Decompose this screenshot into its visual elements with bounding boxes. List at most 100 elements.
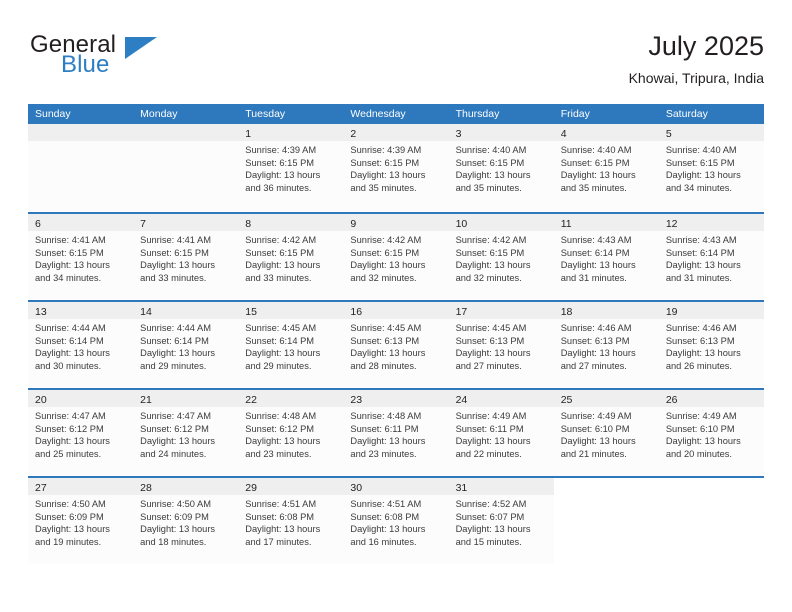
- weekday-header-saturday: Saturday: [665, 108, 708, 120]
- day-number-band: 25: [553, 390, 659, 407]
- daylight-text-line1: Daylight: 13 hours: [560, 436, 636, 447]
- sunset-text: Sunset: 6:10 PM: [560, 423, 630, 434]
- day-cell[interactable]: 11 Sunrise: 4:43 AM Sunset: 6:14 PM Dayligh…: [553, 214, 659, 300]
- brand-name-blue: Blue: [61, 51, 110, 78]
- sunset-text: Sunset: 6:15 PM: [560, 157, 630, 168]
- day-cell[interactable]: 21 Sunrise: 4:47 AM Sunset: 6:12 PM Dayligh…: [133, 390, 239, 476]
- day-cell-empty: [133, 124, 239, 212]
- day-number: 5: [665, 128, 672, 140]
- daylight-text-line2: and 33 minutes.: [140, 272, 207, 283]
- day-cell[interactable]: 29 Sunrise: 4:51 AM Sunset: 6:08 PM Dayligh…: [238, 478, 344, 564]
- day-cell[interactable]: 9 Sunrise: 4:42 AM Sunset: 6:15 PM Daylight…: [343, 214, 449, 300]
- day-number-band: 18: [553, 302, 659, 319]
- day-cell[interactable]: 8 Sunrise: 4:42 AM Sunset: 6:15 PM Daylight…: [238, 214, 344, 300]
- day-number-band: 30: [343, 478, 449, 495]
- sunset-text: Sunset: 6:11 PM: [455, 423, 524, 434]
- sunset-text: Sunset: 6:09 PM: [35, 511, 104, 522]
- day-cell-empty: [553, 478, 659, 564]
- sunrise-text: Sunrise: 4:42 AM: [245, 235, 317, 245]
- day-number-band: 19: [658, 302, 764, 319]
- day-cell[interactable]: 12 Sunrise: 4:43 AM Sunset: 6:14 PM Dayligh…: [658, 214, 764, 300]
- daylight-text-line2: and 24 minutes.: [140, 448, 207, 459]
- day-number-band: 21: [133, 390, 239, 407]
- day-cell[interactable]: 16 Sunrise: 4:45 AM Sunset: 6:13 PM Dayligh…: [343, 302, 449, 388]
- day-cell[interactable]: 10 Sunrise: 4:42 AM Sunset: 6:15 PM Dayligh…: [448, 214, 554, 300]
- sunrise-text: Sunrise: 4:50 AM: [35, 499, 106, 509]
- daylight-text-line1: Daylight: 13 hours: [245, 436, 321, 447]
- daylight-text-line1: Daylight: 13 hours: [350, 436, 426, 447]
- day-details: Sunrise: 4:44 AM Sunset: 6:14 PM Daylight:…: [133, 319, 238, 372]
- daylight-text-line2: and 34 minutes.: [35, 272, 102, 283]
- day-cell[interactable]: 22 Sunrise: 4:48 AM Sunset: 6:12 PM Dayligh…: [238, 390, 344, 476]
- day-cell[interactable]: 20 Sunrise: 4:47 AM Sunset: 6:12 PM Dayligh…: [28, 390, 134, 476]
- sunrise-text: Sunrise: 4:41 AM: [35, 235, 106, 245]
- day-number-band: 29: [238, 478, 344, 495]
- daylight-text-line1: Daylight: 13 hours: [455, 260, 531, 271]
- day-cell[interactable]: 6 Sunrise: 4:41 AM Sunset: 6:15 PM Daylight…: [28, 214, 134, 300]
- day-cell[interactable]: 27 Sunrise: 4:50 AM Sunset: 6:09 PM Dayligh…: [28, 478, 134, 564]
- day-cell[interactable]: 17 Sunrise: 4:45 AM Sunset: 6:13 PM Dayligh…: [448, 302, 554, 388]
- day-details: Sunrise: 4:42 AM Sunset: 6:15 PM Daylight:…: [343, 231, 448, 284]
- sunset-text: Sunset: 6:15 PM: [455, 157, 525, 168]
- day-number-band: 13: [28, 302, 134, 319]
- weekday-header-friday: Friday: [560, 108, 590, 120]
- day-number: 29: [245, 482, 257, 494]
- day-cell[interactable]: 3 Sunrise: 4:40 AM Sunset: 6:15 PM Daylight…: [448, 124, 554, 212]
- day-cell[interactable]: 26 Sunrise: 4:49 AM Sunset: 6:10 PM Dayligh…: [658, 390, 764, 476]
- day-number: 25: [560, 394, 573, 406]
- day-cell[interactable]: 19 Sunrise: 4:46 AM Sunset: 6:13 PM Dayligh…: [658, 302, 764, 388]
- day-details: Sunrise: 4:50 AM Sunset: 6:09 PM Daylight:…: [133, 495, 238, 548]
- sunrise-text: Sunrise: 4:44 AM: [140, 323, 211, 333]
- day-cell[interactable]: 31 Sunrise: 4:52 AM Sunset: 6:07 PM Dayligh…: [448, 478, 554, 564]
- daylight-text-line1: Daylight: 13 hours: [245, 260, 321, 271]
- day-cell[interactable]: 2 Sunrise: 4:39 AM Sunset: 6:15 PM Daylight…: [343, 124, 449, 212]
- daylight-text-line1: Daylight: 13 hours: [35, 524, 110, 535]
- day-cell[interactable]: 1 Sunrise: 4:39 AM Sunset: 6:15 PM Daylight…: [238, 124, 344, 212]
- day-cell[interactable]: 7 Sunrise: 4:41 AM Sunset: 6:15 PM Daylight…: [133, 214, 239, 300]
- day-details: Sunrise: 4:40 AM Sunset: 6:15 PM Daylight:…: [449, 141, 554, 194]
- day-cell[interactable]: 15 Sunrise: 4:45 AM Sunset: 6:14 PM Dayligh…: [238, 302, 344, 388]
- weekday-header-monday: Monday: [140, 108, 178, 120]
- day-number-band: 28: [133, 478, 239, 495]
- day-cell[interactable]: 23 Sunrise: 4:48 AM Sunset: 6:11 PM Dayligh…: [343, 390, 449, 476]
- day-cell[interactable]: 18 Sunrise: 4:46 AM Sunset: 6:13 PM Dayligh…: [553, 302, 659, 388]
- sunset-text: Sunset: 6:14 PM: [560, 247, 630, 258]
- day-details: Sunrise: 4:46 AM Sunset: 6:13 PM Daylight:…: [659, 319, 764, 372]
- daylight-text-line1: Daylight: 13 hours: [560, 348, 636, 359]
- daylight-text-line1: Daylight: 13 hours: [35, 348, 110, 359]
- day-details: Sunrise: 4:48 AM Sunset: 6:11 PM Daylight:…: [343, 407, 448, 460]
- day-details: Sunrise: 4:50 AM Sunset: 6:09 PM Daylight:…: [28, 495, 133, 548]
- day-number: 2: [350, 128, 357, 140]
- day-number-band: 31: [448, 478, 554, 495]
- day-cell[interactable]: 14 Sunrise: 4:44 AM Sunset: 6:14 PM Dayligh…: [133, 302, 239, 388]
- daylight-text-line2: and 31 minutes.: [560, 272, 627, 283]
- daylight-text-line1: Daylight: 13 hours: [560, 260, 636, 271]
- day-cell[interactable]: 24 Sunrise: 4:49 AM Sunset: 6:11 PM Dayligh…: [448, 390, 554, 476]
- daylight-text-line2: and 25 minutes.: [35, 448, 102, 459]
- sunset-text: Sunset: 6:07 PM: [455, 511, 525, 522]
- brand-logo[interactable]: General Blue: [28, 30, 288, 86]
- daylight-text-line1: Daylight: 13 hours: [665, 436, 741, 447]
- weekday-header-thursday: Thursday: [455, 108, 500, 120]
- weekday-header-tuesday: Tuesday: [245, 108, 286, 120]
- day-details: Sunrise: 4:49 AM Sunset: 6:10 PM Daylight:…: [554, 407, 659, 460]
- day-cell[interactable]: 25 Sunrise: 4:49 AM Sunset: 6:10 PM Dayligh…: [553, 390, 659, 476]
- day-details: Sunrise: 4:49 AM Sunset: 6:11 PM Daylight:…: [449, 407, 554, 460]
- daylight-text-line1: Daylight: 13 hours: [245, 524, 321, 535]
- daylight-text-line1: Daylight: 13 hours: [665, 170, 741, 181]
- day-number: 27: [35, 482, 47, 494]
- day-cell[interactable]: 5 Sunrise: 4:40 AM Sunset: 6:15 PM Daylight…: [658, 124, 764, 212]
- day-cell[interactable]: 4 Sunrise: 4:40 AM Sunset: 6:15 PM Daylight…: [553, 124, 659, 212]
- sunrise-text: Sunrise: 4:42 AM: [350, 235, 422, 245]
- day-number: 28: [140, 482, 152, 494]
- daylight-text-line2: and 20 minutes.: [665, 448, 732, 459]
- daylight-text-line1: Daylight: 13 hours: [350, 348, 426, 359]
- day-cell[interactable]: 28 Sunrise: 4:50 AM Sunset: 6:09 PM Dayligh…: [133, 478, 239, 564]
- day-number: 18: [560, 306, 573, 318]
- daylight-text-line2: and 31 minutes.: [665, 272, 732, 283]
- day-details: Sunrise: 4:41 AM Sunset: 6:15 PM Daylight:…: [133, 231, 238, 284]
- day-cell[interactable]: 30 Sunrise: 4:51 AM Sunset: 6:08 PM Dayligh…: [343, 478, 449, 564]
- day-cell[interactable]: 13 Sunrise: 4:44 AM Sunset: 6:14 PM Dayligh…: [28, 302, 134, 388]
- weekday-header-wednesday: Wednesday: [350, 108, 406, 120]
- sunset-text: Sunset: 6:15 PM: [455, 247, 525, 258]
